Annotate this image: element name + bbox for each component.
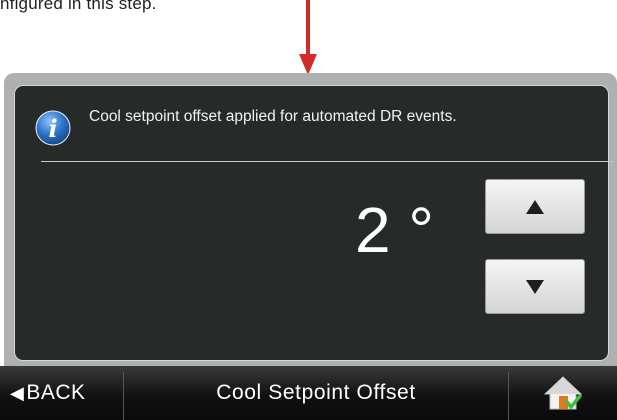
increase-button[interactable] (485, 179, 585, 234)
back-label: BACK (26, 381, 86, 404)
bottom-bar: ◀ BACK Cool Setpoint Offset (0, 366, 617, 420)
screen-title: Cool Setpoint Offset (216, 381, 416, 404)
home-icon (543, 376, 583, 410)
info-icon: i (35, 110, 71, 146)
up-arrow-icon (526, 199, 544, 214)
svg-text:i: i (48, 114, 57, 143)
setpoint-value: 2 ° (355, 194, 434, 266)
down-arrow-indicator (299, 0, 317, 75)
back-arrow-icon: ◀ (10, 382, 25, 403)
back-button[interactable]: ◀ BACK (0, 366, 123, 420)
down-arrow-icon (526, 279, 544, 294)
home-button[interactable] (509, 366, 617, 420)
info-message: Cool setpoint offset applied for automat… (89, 108, 457, 125)
caption-text: nfigured in this step. (0, 0, 157, 13)
display-screen: i Cool setpoint offset applied for autom… (14, 85, 613, 361)
decrease-button[interactable] (485, 259, 585, 314)
divider (41, 161, 613, 162)
